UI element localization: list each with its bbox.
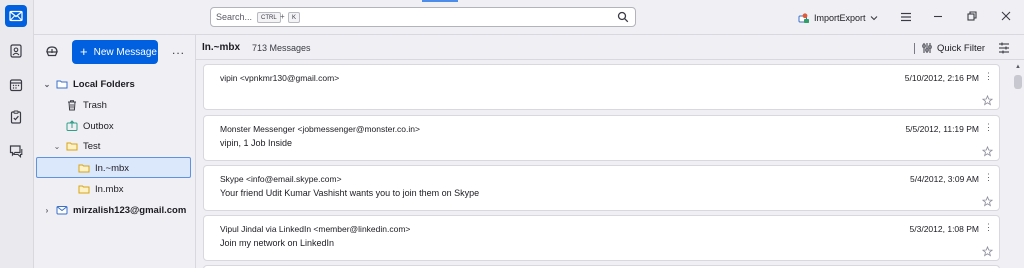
message-subject: Join my network on LinkedIn — [220, 238, 335, 248]
mail-space-button[interactable] — [5, 5, 27, 27]
account-gmail[interactable]: › mirzalish123@gmail.com — [42, 200, 187, 220]
minimize-icon[interactable] — [932, 10, 944, 22]
folder-icon — [66, 140, 78, 152]
message-date: 5/5/2012, 11:19 PM — [905, 124, 979, 134]
current-folder-name: In.~mbx — [202, 42, 241, 53]
scroll-up-icon[interactable]: ▲ — [1015, 64, 1021, 70]
message-sender: Monster Messenger <jobmessenger@monster.… — [220, 124, 420, 134]
account-label: ImportExport — [814, 13, 866, 23]
shortcut-plus: + — [280, 12, 285, 21]
quick-filter-button[interactable]: Quick Filter — [914, 42, 985, 54]
scrollbar[interactable]: ▲ — [1012, 61, 1024, 268]
plus-icon: + — [80, 44, 88, 59]
new-message-button[interactable]: + New Message — [72, 40, 158, 64]
display-options-icon[interactable] — [998, 42, 1010, 54]
new-message-label: New Message — [93, 46, 157, 58]
message-menu-icon[interactable]: ⋮ — [984, 172, 993, 183]
shortcut-key-ctrl: CTRL — [257, 12, 281, 23]
message-menu-icon[interactable]: ⋮ — [984, 71, 993, 82]
message-list: vipin <vpnkmr130@gmail.com> 5/10/2012, 2… — [196, 61, 1012, 268]
chevron-right-icon[interactable]: › — [42, 206, 52, 215]
tasks-icon[interactable] — [9, 110, 23, 124]
folder-trash[interactable]: Trash — [52, 95, 107, 115]
chevron-down-icon[interactable]: ⌄ — [42, 80, 52, 89]
spaces-toolbar — [0, 0, 34, 268]
folder-label: Test — [83, 140, 101, 152]
message-subject: Your friend Udit Kumar Vashisht wants yo… — [220, 188, 480, 198]
folder-label: Trash — [83, 99, 107, 111]
restore-icon[interactable] — [966, 10, 978, 22]
folder-label: In.mbx — [95, 183, 124, 195]
star-icon[interactable] — [982, 196, 993, 207]
folder-outbox[interactable]: Outbox — [52, 116, 114, 136]
shortcut-key-k: K — [288, 12, 301, 23]
chevron-down-icon — [870, 16, 877, 21]
title-bar: Search... CTRL + K ImportExport — [34, 0, 1024, 35]
folder-pane: + New Message ... ⌄ Local Folders Trash … — [34, 35, 196, 268]
star-icon[interactable] — [982, 146, 993, 157]
mail-account-icon — [56, 204, 68, 216]
close-icon[interactable] — [1000, 10, 1012, 22]
folder-label: Outbox — [83, 120, 114, 132]
chat-icon[interactable] — [9, 144, 23, 159]
folder-label: Local Folders — [73, 78, 135, 90]
calendar-icon[interactable] — [9, 78, 23, 92]
message-date: 5/4/2012, 3:09 AM — [910, 174, 979, 184]
folder-in-mbx[interactable]: In.mbx — [64, 179, 124, 199]
scrollbar-thumb[interactable] — [1014, 75, 1022, 89]
app-menu-icon[interactable] — [900, 11, 912, 23]
folder-icon — [78, 162, 90, 174]
thread-pane-header: In.~mbx 713 Messages Quick Filter — [196, 35, 1024, 60]
message-count: 713 Messages — [252, 43, 311, 53]
folder-icon — [56, 78, 68, 90]
message-sender: Vipul Jindal via LinkedIn <member@linked… — [220, 224, 411, 234]
get-messages-icon[interactable] — [44, 43, 60, 59]
active-tab-indicator — [422, 0, 458, 2]
chevron-down-icon[interactable]: ⌄ — [52, 142, 62, 151]
account-menu-button[interactable]: ImportExport — [798, 10, 878, 26]
folder-icon — [78, 183, 90, 195]
search-icon[interactable] — [617, 11, 629, 23]
message-date: 5/10/2012, 2:16 PM — [904, 73, 979, 83]
message-card[interactable]: Vipul Jindal via LinkedIn <member@linked… — [203, 215, 1000, 261]
folder-test[interactable]: ⌄ Test — [52, 136, 101, 156]
message-menu-icon[interactable]: ⋮ — [984, 122, 993, 133]
filter-icon — [922, 43, 932, 53]
message-sender: Skype <info@email.skype.com> — [220, 174, 342, 184]
message-date: 5/3/2012, 1:08 PM — [909, 224, 979, 234]
address-book-icon[interactable] — [9, 44, 23, 58]
quick-filter-label: Quick Filter — [937, 42, 986, 54]
star-icon[interactable] — [982, 246, 993, 257]
trash-icon — [66, 99, 78, 111]
message-card[interactable]: Skype <info@email.skype.com> Your friend… — [203, 165, 1000, 211]
mail-icon — [9, 10, 23, 22]
account-icon — [798, 12, 810, 24]
message-sender: vipin <vpnkmr130@gmail.com> — [220, 73, 340, 83]
search-placeholder: Search... — [216, 12, 253, 22]
folder-label: In.~mbx — [95, 162, 130, 174]
folder-in-tilde-mbx[interactable]: In.~mbx — [64, 158, 129, 178]
message-card[interactable]: Monster Messenger <jobmessenger@monster.… — [203, 115, 1000, 161]
global-search-input[interactable]: Search... CTRL + K — [210, 7, 636, 27]
star-icon[interactable] — [982, 95, 993, 106]
more-options-button[interactable]: ... — [172, 43, 185, 57]
folder-local-folders[interactable]: ⌄ Local Folders — [42, 74, 135, 94]
outbox-icon — [66, 120, 78, 132]
message-menu-icon[interactable]: ⋮ — [984, 222, 993, 233]
message-card[interactable]: vipin <vpnkmr130@gmail.com> 5/10/2012, 2… — [203, 64, 1000, 110]
folder-label: mirzalish123@gmail.com — [73, 204, 187, 216]
message-subject: vipin, 1 Job Inside — [220, 138, 293, 148]
